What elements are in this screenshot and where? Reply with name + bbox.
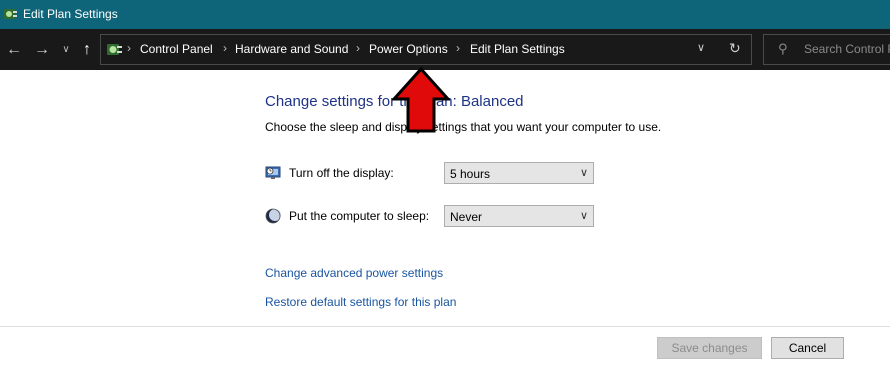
breadcrumb-hardware-and-sound[interactable]: Hardware and Sound: [235, 42, 348, 56]
sleep-timeout-label: Put the computer to sleep:: [289, 209, 430, 223]
footer-divider: [0, 326, 890, 327]
breadcrumb-separator-icon[interactable]: ›: [456, 41, 460, 55]
display-timeout-value: 5 hours: [450, 167, 491, 181]
refresh-icon[interactable]: ↻: [729, 40, 741, 57]
search-icon: ⚲: [778, 41, 788, 56]
sleep-timeout-value: Never: [450, 210, 483, 224]
navigation-bar: ← → ∨ ↑ › Control Panel › Hardware and S…: [0, 29, 890, 70]
advanced-power-settings-link[interactable]: Change advanced power settings: [265, 266, 443, 280]
moon-icon: [265, 208, 281, 224]
power-options-icon: [107, 44, 122, 55]
address-bar[interactable]: › Control Panel › Hardware and Sound › P…: [100, 34, 752, 65]
chevron-down-icon: ∨: [579, 210, 588, 222]
red-up-arrow-icon: [392, 67, 450, 133]
breadcrumb-edit-plan-settings[interactable]: Edit Plan Settings: [470, 42, 565, 56]
back-arrow-icon[interactable]: ←: [5, 29, 23, 70]
breadcrumb-separator-icon[interactable]: ›: [356, 41, 360, 55]
page-description: Choose the sleep and display settings th…: [265, 120, 662, 134]
breadcrumb-control-panel[interactable]: Control Panel: [140, 42, 213, 56]
display-timeout-select[interactable]: 5 hours ∨: [444, 162, 594, 184]
restore-defaults-link[interactable]: Restore default settings for this plan: [265, 295, 456, 309]
chevron-down-icon: ∨: [579, 167, 588, 179]
display-timeout-label: Turn off the display:: [289, 166, 394, 180]
breadcrumb-power-options[interactable]: Power Options: [369, 42, 448, 56]
address-history-chevron-icon[interactable]: ∨: [697, 41, 705, 54]
cancel-button[interactable]: Cancel: [771, 337, 844, 359]
power-options-icon: [4, 9, 17, 19]
up-arrow-icon[interactable]: ↑: [78, 29, 96, 70]
monitor-clock-icon: [265, 166, 281, 179]
recent-locations-chevron-icon[interactable]: ∨: [60, 29, 72, 70]
breadcrumb-separator-icon[interactable]: ›: [127, 41, 131, 55]
forward-arrow-icon[interactable]: →: [33, 29, 51, 70]
title-bar: Edit Plan Settings: [0, 0, 890, 29]
window-title: Edit Plan Settings: [23, 7, 118, 21]
search-box[interactable]: ⚲ Search Control Panel: [763, 34, 890, 65]
sleep-timeout-select[interactable]: Never ∨: [444, 205, 594, 227]
save-changes-button[interactable]: Save changes: [657, 337, 762, 359]
breadcrumb-separator-icon[interactable]: ›: [223, 41, 227, 55]
search-placeholder: Search Control Panel: [804, 42, 890, 56]
